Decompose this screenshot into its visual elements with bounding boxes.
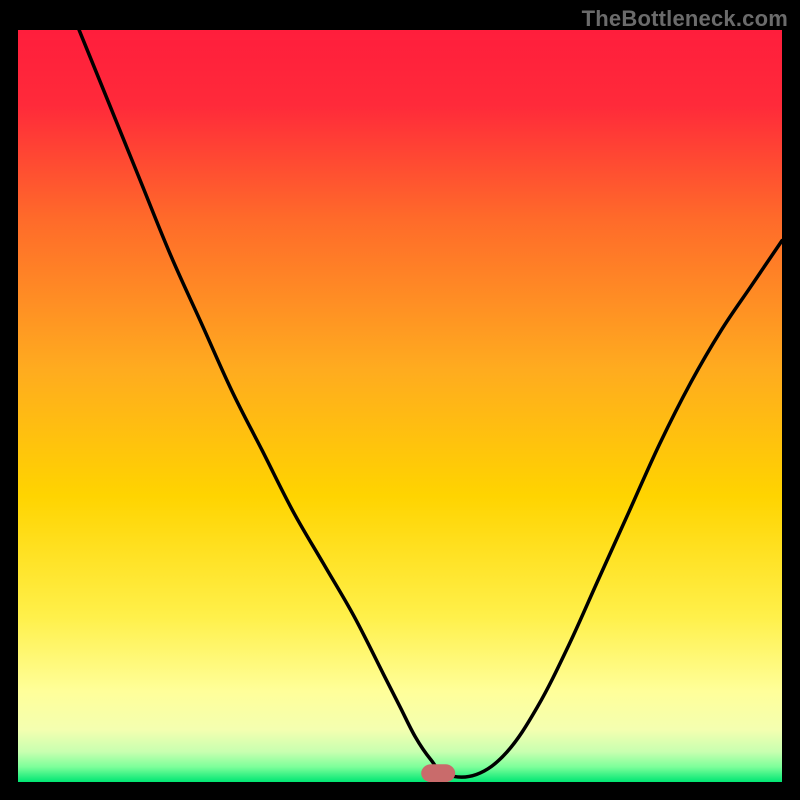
watermark-label: TheBottleneck.com [582,6,788,32]
chart-frame: TheBottleneck.com [0,0,800,800]
gradient-background [18,30,782,782]
bottleneck-plot [18,30,782,782]
plot-svg [18,30,782,782]
optimal-marker [421,764,455,782]
